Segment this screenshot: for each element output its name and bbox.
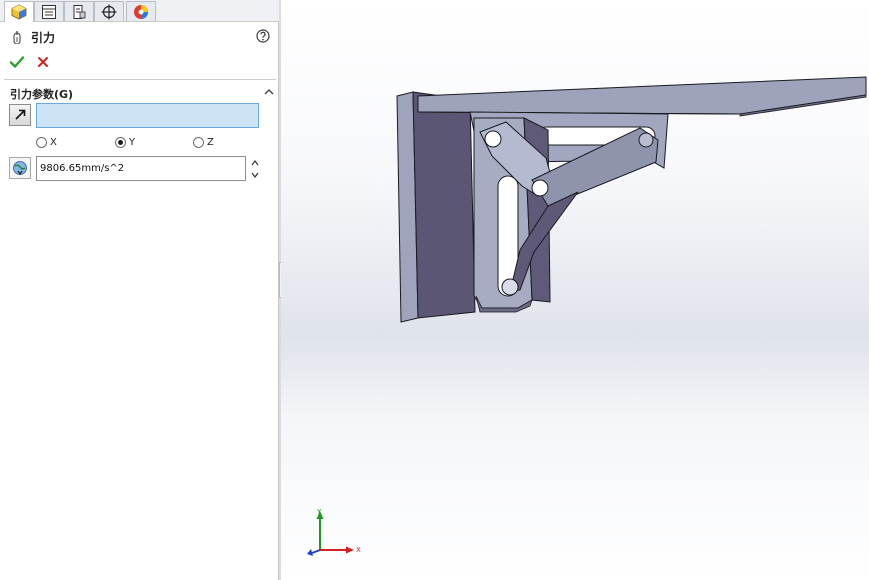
- radio-label: Y: [129, 137, 136, 148]
- direction-arrow-icon: [15, 109, 26, 120]
- radio-label: Z: [207, 137, 214, 148]
- chevron-up-icon[interactable]: [263, 87, 275, 97]
- z-axis-line: [311, 549, 321, 554]
- radio-button[interactable]: [115, 137, 126, 148]
- property-manager-panel: 引力 引力参数(G) X Y Z: [0, 0, 279, 580]
- cad-model-hinge-bracket[interactable]: [281, 0, 869, 580]
- x-axis-arrow: [346, 546, 354, 554]
- configuration-manager-icon: [73, 4, 86, 19]
- ok-checkmark-icon[interactable]: [9, 54, 25, 70]
- page-title: 引力: [31, 30, 56, 45]
- property-manager-header: 引力: [12, 29, 55, 45]
- tab-configuration-manager[interactable]: [64, 1, 94, 21]
- radio-axis-z[interactable]: Z: [193, 137, 214, 148]
- radio-axis-x[interactable]: X: [36, 137, 57, 148]
- gravity-feature-icon: [13, 31, 21, 44]
- gravity-value-icon: [9, 157, 31, 179]
- display-manager-icon: [134, 4, 148, 19]
- property-manager-icon: [42, 4, 56, 19]
- direction-reference-input[interactable]: [36, 103, 259, 128]
- group-title: 引力参数(G): [10, 88, 74, 101]
- tab-dimxpert-manager[interactable]: [94, 1, 124, 21]
- coordinate-triad: Y X: [307, 508, 361, 556]
- graphics-viewport[interactable]: Y X: [281, 0, 869, 580]
- gravity-value-field[interactable]: [36, 156, 246, 181]
- radio-button[interactable]: [193, 137, 204, 148]
- globe-gravity-icon: [13, 161, 27, 176]
- help-icon[interactable]: [256, 29, 270, 43]
- radio-axis-y[interactable]: Y: [115, 137, 135, 148]
- dimxpert-manager-icon: [101, 4, 117, 19]
- spin-down-icon[interactable]: [250, 170, 260, 180]
- tab-feature-manager[interactable]: [4, 1, 34, 22]
- section-divider: [4, 79, 276, 80]
- tab-display-manager[interactable]: [126, 1, 156, 21]
- reverse-direction-button[interactable]: [9, 104, 31, 126]
- spin-up-icon[interactable]: [250, 158, 260, 168]
- cancel-x-icon[interactable]: [35, 54, 51, 70]
- x-axis-label: X: [356, 546, 361, 554]
- y-axis-label: Y: [316, 508, 322, 516]
- tab-property-manager[interactable]: [34, 1, 64, 21]
- manager-tab-bar: [0, 0, 279, 22]
- radio-label: X: [50, 137, 57, 148]
- feature-manager-icon: [11, 4, 27, 20]
- radio-button[interactable]: [36, 137, 47, 148]
